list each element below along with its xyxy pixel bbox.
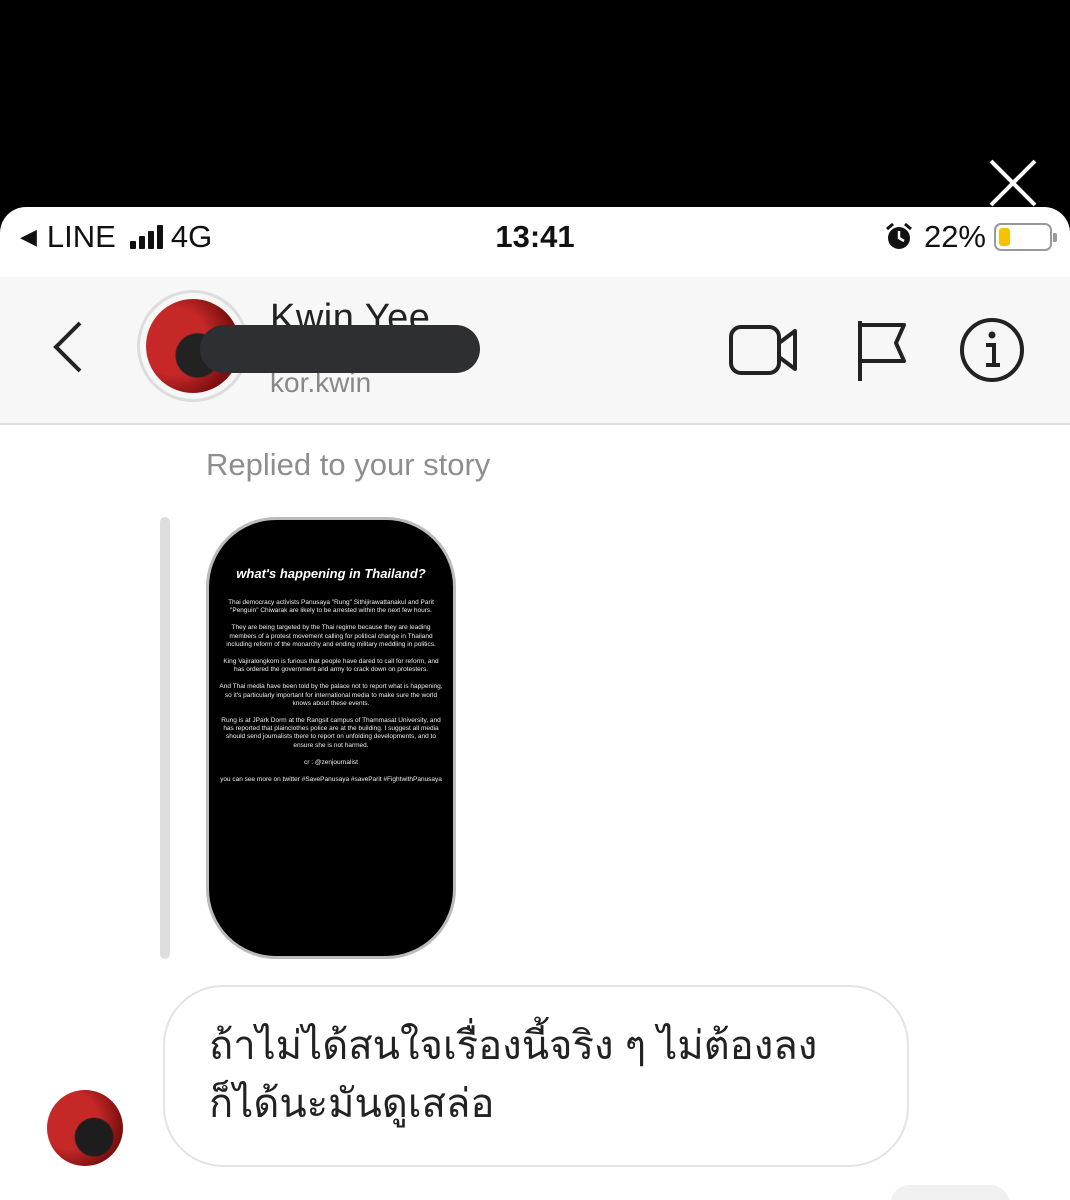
info-icon[interactable] [958,317,1028,383]
chat-header: Kwin Yee kor.kwin [0,277,1070,425]
story-paragraph: King Vajiralongkorn is furious that peop… [223,658,439,674]
reply-label: Replied to your story [206,447,491,482]
status-right: 22% [884,219,1057,255]
flag-icon[interactable] [852,317,922,383]
story-paragraph: Thai democracy activists Panusaya "Rung"… [228,599,434,615]
redaction-bar [200,325,480,373]
story-paragraph: They are being targeted by the Thai regi… [226,624,436,648]
battery-percent: 22% [923,219,986,254]
story-title: what's happening in Thailand? [236,566,426,581]
video-call-icon[interactable] [728,317,798,383]
story-paragraph: And Thai media have been told by the pal… [219,683,443,707]
back-chevron-icon[interactable] [48,317,88,377]
sender-avatar[interactable] [47,1090,123,1166]
story-paragraph: Rung is at JPark Dorm at the Rangsit cam… [221,717,441,749]
screenshot-sheet: ◀ LINE 4G 13:41 22% Kwin Yee kor.kwin Re… [0,207,1070,1200]
message-bubble[interactable]: ถ้าไม่ได้สนใจเรื่องนี้จริง ๆ ไม่ต้องลง ก… [163,985,909,1167]
status-bar: ◀ LINE 4G 13:41 22% [0,207,1070,267]
story-paragraph: cr : @zenjournalist [304,758,358,766]
battery-icon [994,223,1057,251]
next-message-peek [890,1185,1010,1200]
reply-indicator-bar [160,517,170,959]
story-body: Thai democracy activists Panusaya "Rung"… [209,599,453,784]
close-icon[interactable] [985,155,1041,211]
story-paragraph: you can see more on twitter #SavePanusay… [220,776,442,784]
alarm-icon [885,222,912,249]
story-preview[interactable]: what's happening in Thailand? Thai democ… [206,517,456,959]
battery-fill [999,228,1010,246]
